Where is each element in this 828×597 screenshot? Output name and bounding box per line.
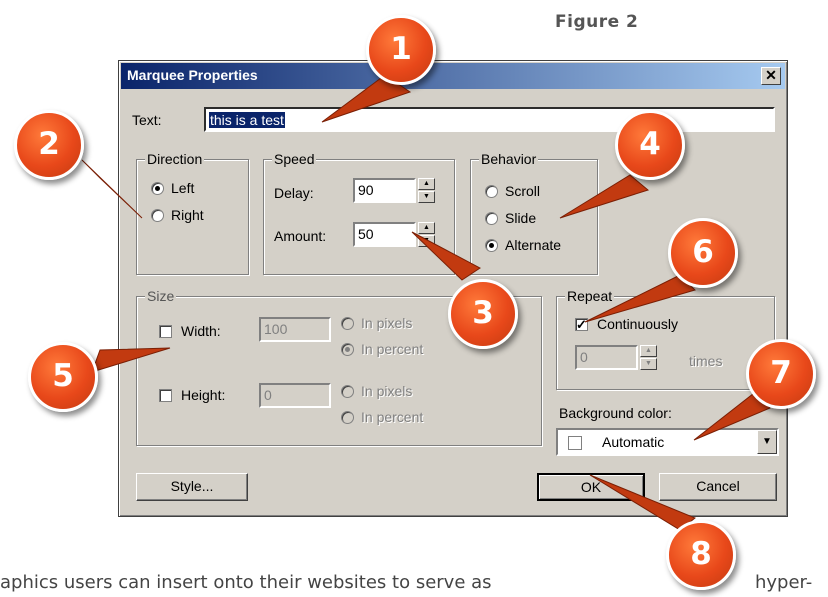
callout-1: 1 — [366, 15, 436, 85]
pointer-2 — [81, 159, 143, 219]
body-text-fragment-end: hyper- — [755, 572, 813, 593]
callout-6: 6 — [668, 218, 738, 288]
body-text-fragment: aphics users can insert onto their websi… — [0, 572, 492, 593]
pointer-8 — [589, 474, 696, 531]
pointer-6 — [584, 274, 696, 323]
pointer-5 — [91, 347, 171, 373]
callout-5: 5 — [28, 342, 98, 412]
callout-8: 8 — [666, 520, 736, 590]
callout-3: 3 — [448, 279, 518, 349]
callout-7: 7 — [746, 339, 816, 409]
pointer-4 — [559, 174, 650, 219]
callout-4: 4 — [615, 110, 685, 180]
pointer-3 — [411, 231, 481, 281]
callout-2: 2 — [14, 110, 84, 180]
callout-pointers — [81, 74, 771, 531]
